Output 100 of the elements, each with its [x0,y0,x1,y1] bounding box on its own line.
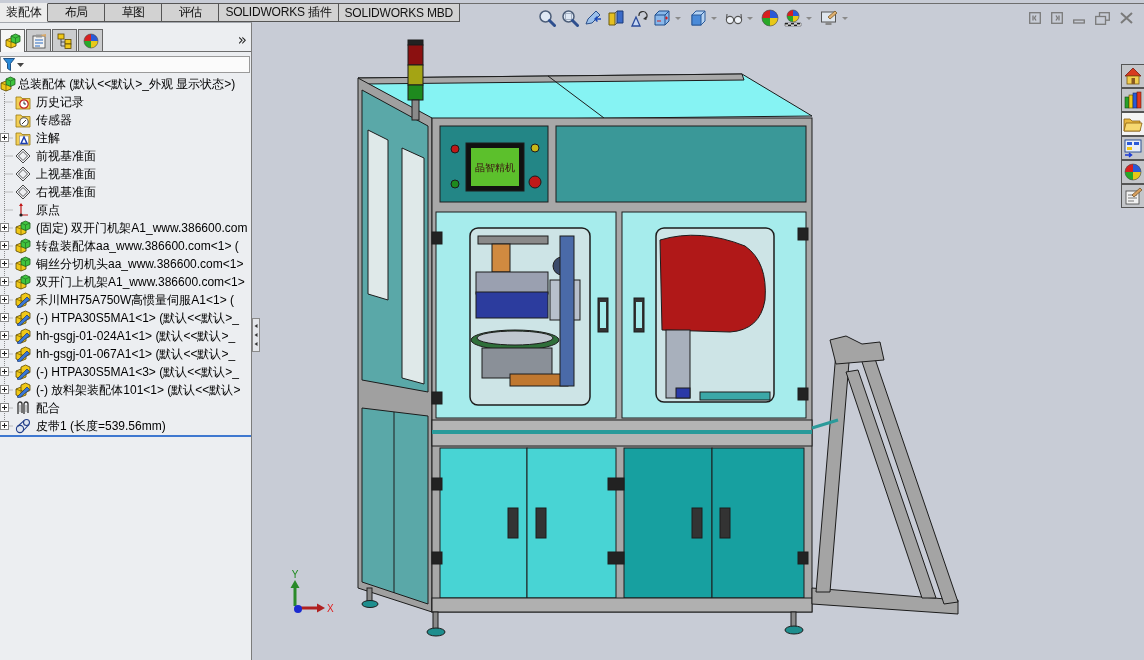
expand-icon[interactable] [0,241,9,250]
blocks-icon [15,274,31,290]
task-pane-tab[interactable] [1121,64,1144,88]
house-icon [1123,66,1143,86]
books-icon [1123,90,1143,110]
color-ball-icon [82,32,99,49]
tree-item[interactable]: 前视基准面 [36,148,96,164]
task-pane-tab[interactable] [1121,160,1144,184]
tree-item[interactable]: 双开门上机架A1_www.386600.com<1> [36,274,245,290]
panel-tab[interactable] [52,29,77,51]
hierarchy-icon [56,32,73,49]
expand-icon[interactable] [0,133,9,142]
block-pencil-icon [15,310,31,326]
block-pencil-icon [15,346,31,362]
expand-icon[interactable] [0,349,9,358]
ribbon-tab[interactable]: 布局 [48,3,106,22]
tree-item[interactable]: (固定) 双开门机架A1_www.386600.com [36,220,248,236]
tree-item[interactable]: 传感器 [36,112,72,128]
ribbon-tab[interactable]: 草图 [105,3,163,22]
tile-left-icon[interactable] [1029,12,1041,24]
tile-right-icon[interactable] [1051,12,1063,24]
color-ball-icon[interactable] [761,9,779,27]
expand-icon[interactable] [0,313,9,322]
expand-icon[interactable] [0,331,9,340]
rotate-arrow-icon[interactable] [630,9,648,27]
collapse-handle-icon[interactable] [252,318,260,352]
ribbon-tab[interactable]: 评估 [162,3,220,22]
filter-field[interactable] [0,56,250,73]
tree-item[interactable]: 禾川MH75A750W高惯量伺服A1<1> ( [36,292,235,308]
tree-item[interactable]: 转盘装配体aa_www.386600.com<1> ( [36,238,239,254]
expand-icon[interactable] [0,277,9,286]
cube-icon[interactable] [653,9,671,27]
folder-gauge-icon [15,112,31,128]
color-ball-icon [1123,162,1143,182]
machine-screen-text: 晶智精机 [475,162,515,173]
task-pane-tab[interactable] [1121,112,1144,136]
expand-icon[interactable] [0,295,9,304]
tree-item[interactable]: 配合 [36,400,60,416]
expand-icon[interactable] [0,223,9,232]
blocks-icon [15,256,31,272]
tree-item[interactable]: 注解 [36,130,60,146]
folder-clock-icon [15,94,31,110]
expand-icon[interactable] [0,259,9,268]
tree-item[interactable]: hh-gsgj-01-067A1<1> (默认<<默认>_ [36,346,236,362]
paperclip-icon [15,400,31,416]
task-pane-tab[interactable] [1121,88,1144,112]
plane-icon [15,166,31,182]
tree-item[interactable]: (-) HTPA30S5MA1<1> (默认<<默认>_ [36,310,239,326]
clipboard-icon [30,32,47,49]
block-pencil-icon [15,292,31,308]
folder-triangle-icon [15,130,31,146]
restore-icon[interactable] [1095,11,1110,25]
tree-item[interactable]: 皮带1 (长度=539.56mm) [36,418,166,434]
expand-icon[interactable] [0,403,9,412]
ribbon-tab[interactable]: SOLIDWORKS 插件 [219,3,339,22]
more-tabs-button[interactable]: » [237,32,247,48]
expand-icon[interactable] [0,367,9,376]
blocks-icon [15,220,31,236]
task-pane-tab[interactable] [1121,136,1144,160]
tree-item[interactable]: 右视基准面 [36,184,96,200]
magnifier-icon[interactable] [538,9,556,27]
chain-icon [15,418,31,434]
axis-label: Y [291,569,299,580]
plane-icon [15,184,31,200]
panel-tab[interactable] [26,29,51,51]
tree-item[interactable]: 上视基准面 [36,166,96,182]
tree-item[interactable]: 历史记录 [36,94,84,110]
filter-icon [3,58,15,71]
magnifier-icon[interactable] [561,9,579,27]
tree-item[interactable]: 总装配体 (默认<<默认>_外观 显示状态>) [18,76,236,92]
clipboard-pen-icon [1123,186,1143,206]
expand-icon[interactable] [0,421,9,430]
list-arrow-icon [1123,138,1143,158]
axis-triad-icon [290,580,325,613]
checkered-ball-icon[interactable] [784,9,802,27]
ribbon-tab[interactable]: 装配体 [0,3,49,22]
tree-item[interactable]: 原点 [36,202,60,218]
block-pencil-icon [15,364,31,380]
blocks-icon [15,238,31,254]
block-pencil-icon [15,382,31,398]
tree-item[interactable]: 铜丝分切机头aa_www.386600.com<1> [36,256,244,272]
task-pane-tab[interactable] [1121,184,1144,208]
expand-icon[interactable] [0,385,9,394]
plane-icon [15,148,31,164]
ribbon-tab[interactable]: SOLIDWORKS MBD [338,3,461,22]
tree-item[interactable]: hh-gsgj-01-024A1<1> (默认<<默认>_ [36,328,236,344]
axis-label: X [327,603,334,614]
close-icon[interactable] [1120,12,1133,24]
blocks-icon [4,33,21,49]
split-block-icon[interactable] [607,9,625,27]
blocks-icon [0,76,16,92]
tree-item[interactable]: (-) 放料架装配体101<1> (默认<<默认> [36,382,241,398]
caret-icon[interactable] [17,62,24,67]
monitor-icon[interactable] [820,9,838,27]
panel-tab[interactable] [78,29,103,51]
pen-arrow-icon[interactable] [584,9,602,27]
block-pencil-icon [15,328,31,344]
panel-tab[interactable] [0,29,25,52]
tree-item[interactable]: (-) HTPA30S5MA1<3> (默认<<默认>_ [36,364,239,380]
cube-icon[interactable] [689,9,707,27]
